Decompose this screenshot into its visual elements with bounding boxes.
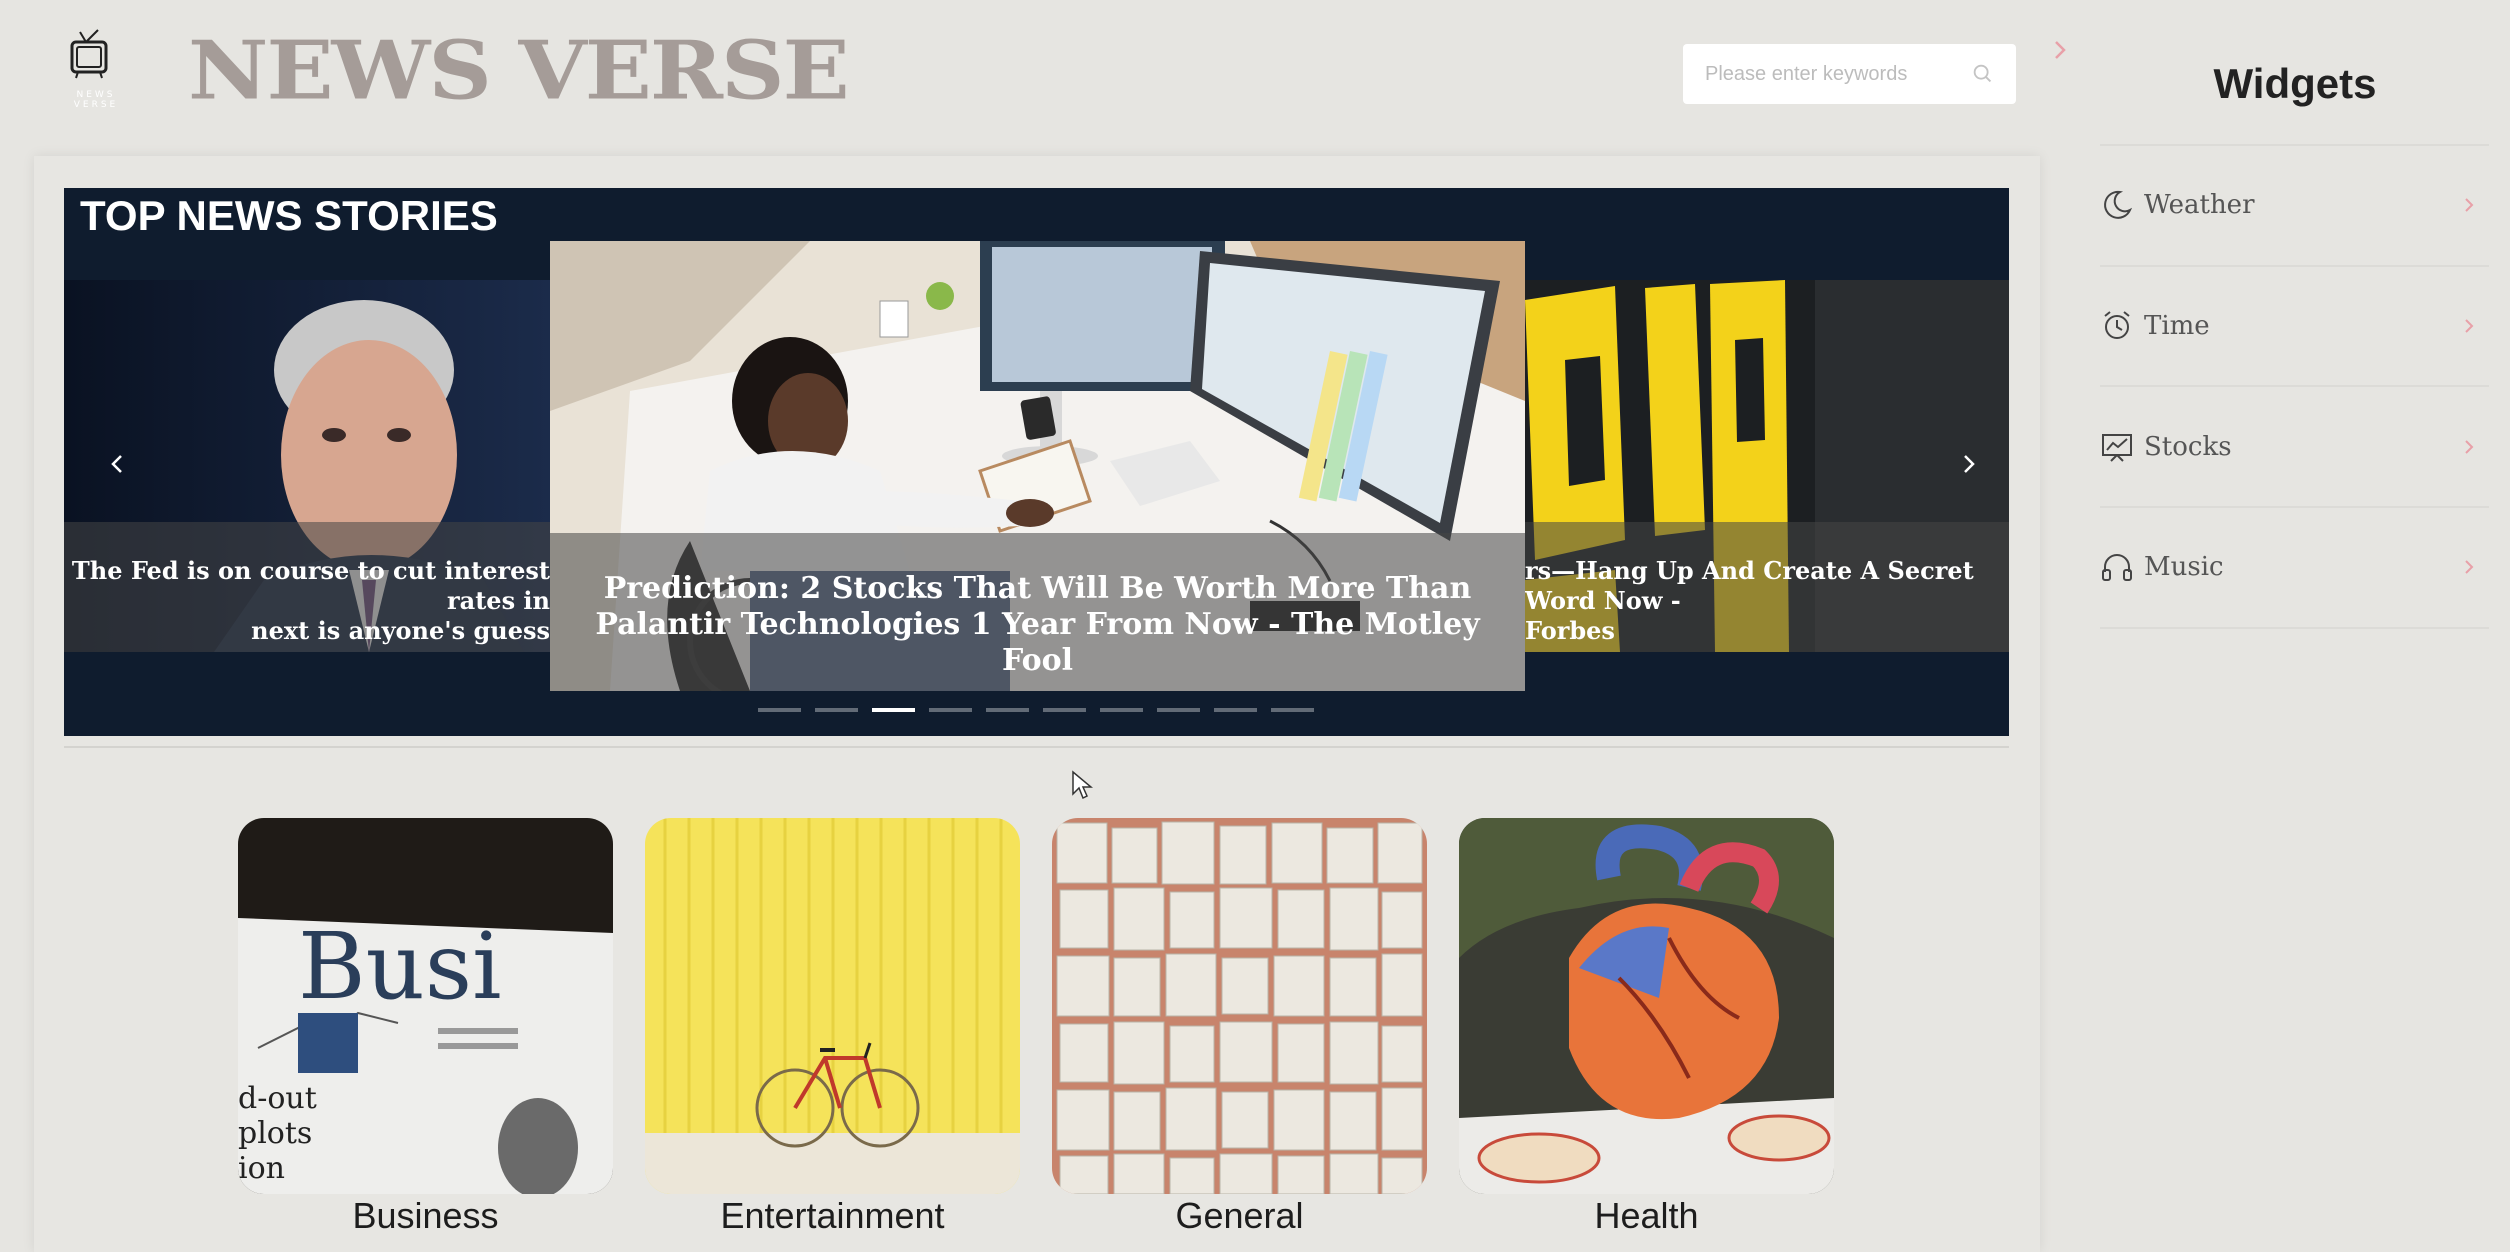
slide-caption: rs—Hang Up And Create A Secret Word Now … xyxy=(1525,522,2009,652)
yellow-wall-bicycle-photo xyxy=(645,818,1020,1194)
business-thumbnail[interactable]: Busi d-out plots ion xyxy=(238,818,613,1194)
category-business[interactable]: Busi d-out plots ion Business xyxy=(238,818,613,1238)
carousel-indicator-active[interactable] xyxy=(872,708,915,712)
carousel-indicator[interactable] xyxy=(986,708,1029,712)
chevron-right-icon xyxy=(2465,440,2474,454)
health-thumbnail[interactable] xyxy=(1459,818,1834,1194)
chevron-right-icon xyxy=(1964,455,1975,473)
slide-caption: The Fed is on course to cut interest rat… xyxy=(64,522,550,652)
heart-model-photo xyxy=(1459,818,1834,1194)
widget-divider xyxy=(2100,385,2489,387)
search-box[interactable] xyxy=(1683,44,2016,104)
chevron-right-icon xyxy=(2465,198,2474,212)
moon-icon xyxy=(2104,190,2133,219)
carousel-indicator[interactable] xyxy=(1043,708,1086,712)
svg-text:Busi: Busi xyxy=(298,913,502,1020)
chevron-right-icon xyxy=(2465,319,2474,333)
book-pages-photo xyxy=(1052,818,1427,1194)
carousel-slide-next[interactable]: rs—Hang Up And Create A Secret Word Now … xyxy=(1525,280,2009,652)
widget-stocks[interactable]: Stocks xyxy=(2100,417,2489,477)
chevron-right-icon[interactable] xyxy=(2050,36,2070,64)
svg-text:d-out: d-out xyxy=(238,1081,317,1116)
chevron-right-icon xyxy=(2465,560,2474,574)
logo-text: NEWS VERSE xyxy=(73,90,119,110)
widget-weather[interactable]: Weather xyxy=(2100,175,2489,235)
svg-text:plots: plots xyxy=(238,1116,312,1151)
general-thumbnail[interactable] xyxy=(1052,818,1427,1194)
widget-label: Music xyxy=(2144,552,2224,582)
entertainment-thumbnail[interactable] xyxy=(645,818,1020,1194)
alarm-clock-icon xyxy=(2104,311,2130,339)
logo[interactable]: NEWS VERSE xyxy=(52,28,140,110)
category-label: Entertainment xyxy=(720,1195,945,1236)
widget-divider xyxy=(2100,506,2489,508)
carousel-title: TOP NEWS STORIES xyxy=(80,192,498,239)
mouse-cursor-icon xyxy=(1072,770,1093,800)
section-divider xyxy=(64,746,2009,748)
carousel-indicators xyxy=(758,708,1314,712)
tv-icon xyxy=(70,29,108,79)
carousel-prev-button[interactable] xyxy=(102,444,132,484)
widgets-title: Widgets xyxy=(2213,60,2377,107)
carousel-indicator[interactable] xyxy=(1214,708,1257,712)
widget-label: Stocks xyxy=(2144,432,2232,462)
headphones-icon xyxy=(2102,554,2132,581)
carousel-indicator[interactable] xyxy=(758,708,801,712)
category-general[interactable]: General xyxy=(1052,818,1427,1238)
widget-divider xyxy=(2100,144,2489,146)
category-entertainment[interactable]: Entertainment xyxy=(645,818,1020,1238)
stock-chart-icon xyxy=(2102,434,2132,462)
widget-label: Time xyxy=(2144,311,2210,341)
widget-divider xyxy=(2100,265,2489,267)
carousel-indicator[interactable] xyxy=(815,708,858,712)
widget-music[interactable]: Music xyxy=(2100,537,2489,597)
widget-label: Weather xyxy=(2144,190,2255,220)
carousel-indicator[interactable] xyxy=(929,708,972,712)
top-news-carousel[interactable]: TOP NEWS STORIES The Fed is on course to… xyxy=(64,188,2009,736)
brand-title: NEWS VERSE xyxy=(188,22,850,118)
newspaper-photo: Busi d-out plots ion xyxy=(238,818,613,1194)
category-label: Health xyxy=(1594,1195,1699,1236)
slide-caption: Prediction: 2 Stocks That Will Be Worth … xyxy=(550,533,1525,691)
search-icon[interactable] xyxy=(1970,60,1996,88)
carousel-indicator[interactable] xyxy=(1100,708,1143,712)
chevron-left-icon xyxy=(111,455,122,473)
search-input[interactable] xyxy=(1705,62,1970,86)
carousel-next-button[interactable] xyxy=(1954,444,1984,484)
carousel-slide-prev[interactable]: The Fed is on course to cut interest rat… xyxy=(64,280,550,652)
svg-text:ion: ion xyxy=(238,1151,285,1186)
category-health[interactable]: Health xyxy=(1459,818,1834,1238)
carousel-indicator[interactable] xyxy=(1157,708,1200,712)
category-label: General xyxy=(1175,1195,1304,1236)
category-label: Business xyxy=(352,1195,499,1236)
widget-time[interactable]: Time xyxy=(2100,296,2489,356)
widget-divider xyxy=(2100,627,2489,629)
carousel-indicator[interactable] xyxy=(1271,708,1314,712)
carousel-slide-active[interactable]: Prediction: 2 Stocks That Will Be Worth … xyxy=(550,241,1525,691)
